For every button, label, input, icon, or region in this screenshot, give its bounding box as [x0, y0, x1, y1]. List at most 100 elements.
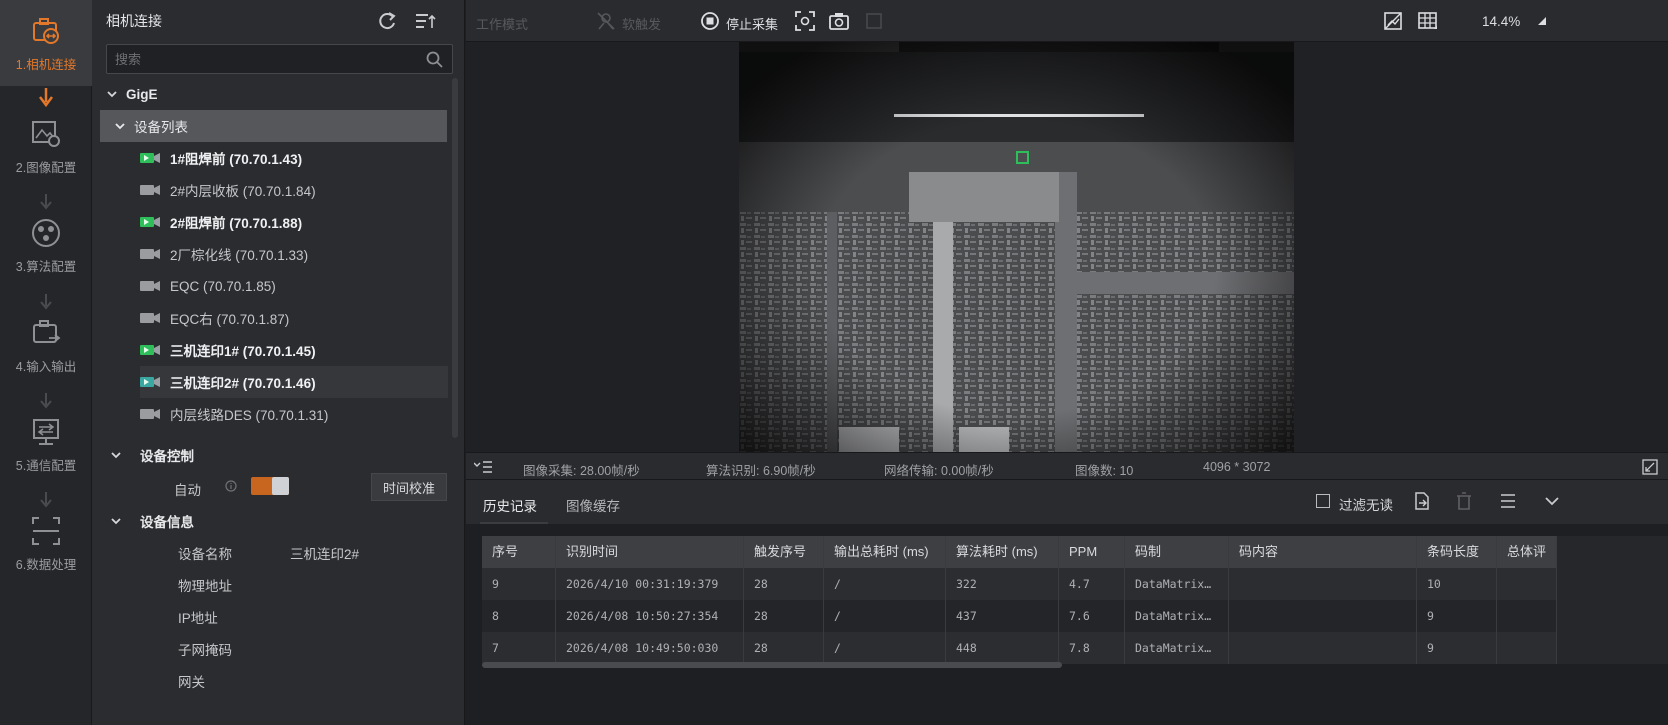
- step-label: 6.数据处理: [15, 558, 77, 572]
- step-label: 5.通信配置: [15, 459, 77, 473]
- cell: 9: [482, 568, 556, 600]
- device-label: 三机连印1# (70.70.1.45): [170, 344, 316, 359]
- device-item[interactable]: EQC (70.70.1.85): [140, 270, 448, 302]
- snapshot-icon[interactable]: [829, 11, 849, 31]
- step-image-config[interactable]: 2.图像配置: [0, 117, 92, 176]
- arrow-down-icon: [40, 393, 52, 409]
- export-icon[interactable]: [1412, 491, 1432, 511]
- col-header[interactable]: 输出总耗时 (ms): [824, 536, 946, 568]
- status-bar: 图像采集: 28.00帧/秒 算法识别: 6.90帧/秒 网络传输: 0.00帧…: [466, 452, 1668, 480]
- tree-subgroup-device-list[interactable]: 设备列表: [100, 110, 447, 142]
- time-calibration-button[interactable]: 时间校准: [371, 473, 447, 501]
- cell: 4.7: [1059, 568, 1125, 600]
- step-camera-connect[interactable]: 1.相机连接: [0, 0, 92, 86]
- cell: /: [824, 600, 946, 632]
- device-label: EQC右 (70.70.1.87): [170, 312, 290, 327]
- grid-icon[interactable]: [1418, 11, 1438, 31]
- device-item[interactable]: 内层线路DES (70.70.1.31): [140, 398, 448, 430]
- cell: 9: [1417, 632, 1497, 664]
- filter-checkbox[interactable]: [1316, 494, 1330, 508]
- collapse-menu-icon[interactable]: [474, 461, 492, 473]
- table-row[interactable]: 9 2026/4/10 00:31:19:379 28 / 322 4.7 Da…: [482, 568, 1668, 600]
- soft-trigger-label[interactable]: 软触发: [622, 14, 661, 33]
- device-item[interactable]: 2#内层收板 (70.70.1.84): [140, 174, 448, 206]
- main-area: 工作模式 软触发 停止采集 14.4% 图像采集: 28.00帧/秒 算法识别:…: [466, 0, 1668, 725]
- step-data-processing[interactable]: 6.数据处理: [0, 514, 92, 573]
- device-item[interactable]: EQC右 (70.70.1.87): [140, 302, 448, 334]
- device-item[interactable]: 2#阻焊前 (70.70.1.88): [140, 206, 448, 238]
- camera-icon: [140, 249, 160, 259]
- cell: [1497, 632, 1557, 664]
- focus-icon[interactable]: [795, 11, 815, 31]
- data-processing-icon: [32, 517, 60, 545]
- cell: [1497, 568, 1557, 600]
- bottom-tabs: 历史记录 图像缓存 过滤无读: [466, 480, 1668, 524]
- col-header[interactable]: 识别时间: [556, 536, 744, 568]
- tab-history[interactable]: 历史记录: [483, 495, 537, 515]
- device-item[interactable]: 1#阻焊前 (70.70.1.43): [140, 142, 448, 174]
- col-header[interactable]: 码制: [1125, 536, 1229, 568]
- device-label: EQC (70.70.1.85): [170, 278, 276, 294]
- col-header[interactable]: 码内容: [1229, 536, 1417, 568]
- table-row[interactable]: 8 2026/4/08 10:50:27:354 28 / 437 7.6 Da…: [482, 600, 1668, 632]
- table-row[interactable]: 7 2026/4/08 10:49:50:030 28 / 448 7.8 Da…: [482, 632, 1668, 664]
- cell: 28: [744, 600, 824, 632]
- device-item[interactable]: 2厂棕化线 (70.70.1.33): [140, 238, 448, 270]
- device-item-selected[interactable]: 三机连印2# (70.70.1.46): [140, 366, 448, 398]
- chevron-down-icon: [107, 91, 117, 98]
- cell: 2026/4/08 10:49:50:030: [556, 632, 744, 664]
- cell: DataMatrix…: [1125, 568, 1229, 600]
- record-icon[interactable]: [864, 11, 884, 31]
- refresh-icon[interactable]: [376, 10, 398, 32]
- col-header[interactable]: PPM: [1059, 536, 1125, 568]
- image-compare-icon[interactable]: [1383, 11, 1403, 31]
- work-mode-label[interactable]: 工作模式: [476, 14, 528, 33]
- step-input-output[interactable]: 4.输入输出: [0, 316, 92, 375]
- tab-image-cache[interactable]: 图像缓存: [566, 495, 620, 515]
- camera-icon: [140, 409, 160, 419]
- group-label: GigE: [126, 86, 158, 102]
- section-device-control[interactable]: 设备控制: [110, 445, 194, 465]
- table-horizontal-scrollbar[interactable]: [482, 662, 1062, 668]
- cell: 7.6: [1059, 600, 1125, 632]
- fullscreen-icon[interactable]: [1642, 459, 1658, 475]
- sort-menu-icon[interactable]: [414, 10, 436, 32]
- trigger-icon[interactable]: [596, 11, 616, 31]
- dropdown-triangle-icon[interactable]: [1536, 15, 1546, 25]
- list-menu-icon[interactable]: [1498, 491, 1518, 511]
- device-item[interactable]: 三机连印1# (70.70.1.45): [140, 334, 448, 366]
- col-header[interactable]: 触发序号: [744, 536, 824, 568]
- col-header[interactable]: 算法耗时 (ms): [946, 536, 1059, 568]
- step-communication-config[interactable]: 5.通信配置: [0, 415, 92, 474]
- cell: [1497, 600, 1557, 632]
- camera-image[interactable]: [739, 42, 1294, 452]
- auto-toggle[interactable]: [251, 476, 289, 496]
- search-icon[interactable]: [426, 51, 443, 68]
- section-device-info[interactable]: 设备信息: [110, 511, 194, 531]
- info-value-device-name: 三机连印2#: [290, 547, 360, 562]
- communication-icon: [33, 419, 59, 445]
- filter-label[interactable]: 过滤无读: [1339, 494, 1393, 514]
- panel-scrollbar[interactable]: [452, 78, 458, 438]
- col-header[interactable]: 总体评: [1497, 536, 1557, 568]
- subgroup-label: 设备列表: [134, 120, 188, 135]
- arrow-down-icon: [40, 194, 52, 210]
- zoom-level[interactable]: 14.4%: [1482, 14, 1520, 29]
- col-header[interactable]: 条码长度: [1417, 536, 1497, 568]
- device-label: 内层线路DES (70.70.1.31): [170, 408, 329, 423]
- cell: 7.8: [1059, 632, 1125, 664]
- search-input[interactable]: [107, 45, 407, 73]
- image-viewer[interactable]: [466, 42, 1668, 452]
- step-sidebar: 1.相机连接 2.图像配置 3.算法配置 4.输入输出 5.通信配置 6.数据处…: [0, 0, 92, 725]
- cell: 448: [946, 632, 1059, 664]
- col-header[interactable]: 序号: [482, 536, 556, 568]
- cell: 28: [744, 568, 824, 600]
- image-settings-icon: [32, 121, 60, 147]
- stop-capture-label[interactable]: 停止采集: [726, 14, 778, 33]
- trash-icon[interactable]: [1454, 491, 1474, 511]
- stop-capture-icon[interactable]: [700, 11, 720, 31]
- chevron-down-icon[interactable]: [1542, 491, 1562, 511]
- info-icon[interactable]: [225, 480, 237, 492]
- tree-group-gige[interactable]: GigE: [92, 78, 448, 110]
- step-algorithm-config[interactable]: 3.算法配置: [0, 216, 92, 275]
